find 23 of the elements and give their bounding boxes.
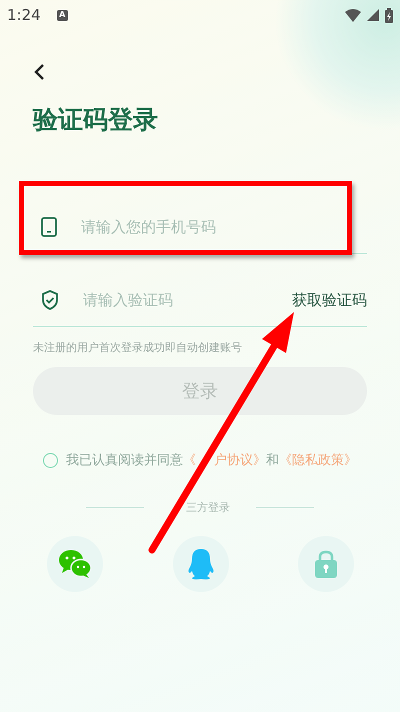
agreement-text: 我已认真阅读并同意: [66, 452, 183, 469]
shield-check-icon: [41, 290, 59, 310]
chat-bubbles-icon: [58, 549, 92, 579]
privacy-policy-link[interactable]: 《隐私政策》: [279, 451, 357, 469]
get-code-button[interactable]: 获取验证码: [292, 290, 367, 310]
user-agreement-link[interactable]: 户协议》: [214, 451, 266, 469]
page-title: 验证码登录: [33, 104, 159, 136]
phone-field[interactable]: 请输入您的手机号码: [81, 218, 367, 236]
battery-icon: [385, 8, 393, 22]
conjunction-text: 和: [266, 452, 279, 469]
bracket-text[interactable]: 《: [183, 451, 196, 469]
lock-icon: [314, 550, 338, 578]
penguin-icon: [186, 548, 214, 580]
phone-icon: [41, 217, 57, 237]
agree-checkbox[interactable]: [43, 452, 58, 468]
third-party-label: 三方登录: [186, 500, 230, 515]
code-field[interactable]: 请输入验证码: [83, 291, 268, 309]
wifi-icon: [345, 8, 361, 22]
status-time: 1:24: [7, 6, 41, 24]
register-hint: 未注册的用户首次登录成功即自动创建账号: [33, 340, 243, 355]
signal-icon: [367, 9, 379, 21]
notification-icon: A: [56, 10, 68, 20]
back-icon[interactable]: [33, 63, 45, 81]
